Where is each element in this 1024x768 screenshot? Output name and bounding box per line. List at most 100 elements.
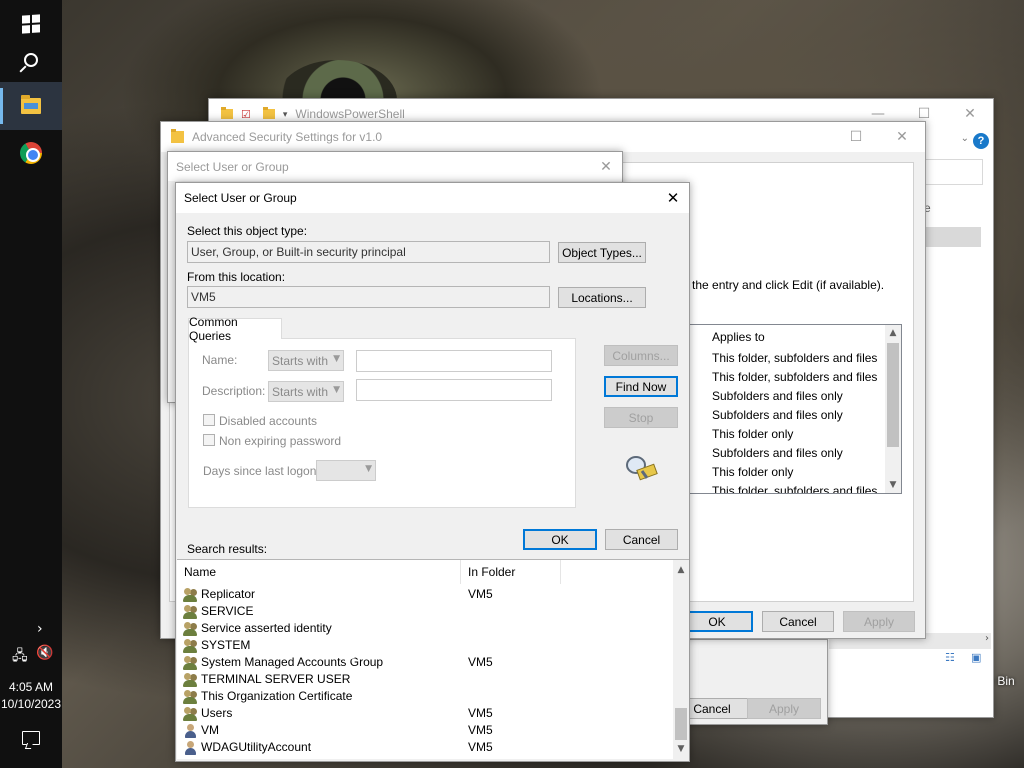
cancel-button[interactable]: Cancel xyxy=(605,529,678,550)
volume-muted-icon[interactable]: 🔇 xyxy=(36,645,53,661)
days-since-logon-select[interactable]: ▼ xyxy=(316,460,376,481)
object-types-button[interactable]: Object Types... xyxy=(558,242,646,263)
explorer-title: WindowsPowerShell xyxy=(295,107,405,121)
result-folder: VM5 xyxy=(468,654,493,669)
scroll-down-icon[interactable]: ▼ xyxy=(885,477,901,493)
details-view-icon[interactable]: ☷ xyxy=(945,651,955,664)
table-row[interactable]: VM VM5 xyxy=(177,721,673,738)
group-icon xyxy=(183,655,199,671)
chrome-taskbar-button[interactable] xyxy=(0,129,62,177)
search-icon xyxy=(24,53,38,67)
result-name: VM xyxy=(201,722,219,737)
close-icon[interactable]: ✕ xyxy=(657,183,689,213)
table-row[interactable]: Replicator VM5 xyxy=(177,585,673,602)
select-user-background-title: Select User or Group xyxy=(176,159,289,174)
select-user-background-titlebar[interactable]: Select User or Group ✕ xyxy=(168,152,622,181)
close-icon[interactable]: ✕ xyxy=(590,152,622,181)
description-query-input[interactable] xyxy=(356,379,552,401)
result-name: Replicator xyxy=(201,586,256,601)
table-row[interactable]: SYSTEM xyxy=(177,636,673,653)
result-name: SERVICE xyxy=(201,603,254,618)
group-icon xyxy=(183,672,199,688)
ok-button[interactable]: OK xyxy=(523,529,597,550)
user-icon xyxy=(184,723,198,739)
column-header-in-folder[interactable]: In Folder xyxy=(461,560,561,584)
properties-icon[interactable]: ☑ xyxy=(241,108,251,121)
maximize-icon[interactable]: ☐ xyxy=(833,122,879,152)
permission-list-scrollbar[interactable]: ▲ ▼ xyxy=(885,325,901,493)
file-explorer-taskbar-button[interactable] xyxy=(0,82,62,130)
ok-button[interactable]: OK xyxy=(681,611,753,632)
result-name: SYSTEM xyxy=(201,637,251,652)
qat-dropdown-icon[interactable]: ▾ xyxy=(283,109,288,120)
permission-row[interactable]: Subfolders and files only xyxy=(708,387,888,406)
folder-icon xyxy=(221,107,233,119)
permission-row[interactable]: This folder only xyxy=(708,463,888,482)
name-mode-select[interactable]: Starts with ▼ xyxy=(268,350,344,371)
select-user-titlebar[interactable]: Select User or Group ✕ xyxy=(176,183,689,213)
permission-row[interactable]: This folder, subfolders and files xyxy=(708,368,888,387)
taskbar-clock[interactable]: 4:05 AM 10/10/2023 xyxy=(0,679,62,713)
result-folder: VM5 xyxy=(468,722,493,737)
tray-overflow-chevron-icon[interactable]: › xyxy=(37,621,43,637)
name-query-input[interactable] xyxy=(356,350,552,372)
find-now-button[interactable]: Find Now xyxy=(604,376,678,397)
applies-to-header[interactable]: Applies to xyxy=(708,325,888,349)
search-results-scrollbar[interactable]: ▲ ▼ xyxy=(673,560,689,759)
table-row[interactable]: System Managed Accounts Group VM5 xyxy=(177,653,673,670)
permission-row[interactable]: This folder, subfolders and files xyxy=(708,349,888,368)
scroll-up-icon[interactable]: ▲ xyxy=(885,325,901,341)
result-folder: VM5 xyxy=(468,739,493,754)
network-icon[interactable]: 🖧 xyxy=(12,645,28,669)
windows-start-icon xyxy=(22,14,40,34)
location-field: VM5 xyxy=(187,286,550,308)
permission-instruction: the entry and click Edit (if available). xyxy=(692,278,885,292)
permission-row[interactable]: Subfolders and files only xyxy=(708,406,888,425)
table-row[interactable]: SERVICE xyxy=(177,602,673,619)
close-icon[interactable]: ✕ xyxy=(947,99,993,129)
search-button[interactable] xyxy=(0,36,62,84)
disabled-accounts-checkbox[interactable] xyxy=(203,414,215,426)
disabled-accounts-label: Disabled accounts xyxy=(219,414,318,428)
table-row[interactable]: This Organization Certificate xyxy=(177,687,673,704)
location-label: From this location: xyxy=(187,270,286,284)
scroll-up-icon[interactable]: ▲ xyxy=(673,562,689,578)
scroll-thumb[interactable] xyxy=(887,343,899,447)
advanced-security-titlebar[interactable]: Advanced Security Settings for v1.0 ☐ ✕ xyxy=(161,122,925,152)
name-query-label: Name: xyxy=(202,353,238,367)
ribbon-expand-icon[interactable]: ⌄ xyxy=(961,133,969,144)
permission-row[interactable]: Subfolders and files only xyxy=(708,444,888,463)
days-since-logon-label: Days since last logon: xyxy=(203,464,320,478)
help-icon[interactable]: ? xyxy=(973,133,989,149)
stop-button[interactable]: Stop xyxy=(604,407,678,428)
description-mode-select[interactable]: Starts with ▼ xyxy=(268,381,344,402)
background-apply-button[interactable]: Apply xyxy=(747,698,821,719)
clock-time: 4:05 AM xyxy=(8,680,54,694)
column-header-name[interactable]: Name xyxy=(177,560,461,584)
scroll-thumb[interactable] xyxy=(675,708,687,740)
tab-common-queries[interactable]: Common Queries xyxy=(188,315,282,343)
clock-date: 10/10/2023 xyxy=(0,697,62,711)
advanced-security-title: Advanced Security Settings for v1.0 xyxy=(192,130,383,144)
notification-center-icon[interactable] xyxy=(22,731,40,745)
new-folder-icon[interactable] xyxy=(262,107,275,119)
table-row[interactable]: TERMINAL SERVER USER xyxy=(177,670,673,687)
close-icon[interactable]: ✕ xyxy=(879,122,925,152)
locations-button[interactable]: Locations... xyxy=(558,287,646,308)
table-row[interactable]: Users VM5 xyxy=(177,704,673,721)
apply-button[interactable]: Apply xyxy=(843,611,915,632)
permission-row[interactable]: This folder only xyxy=(708,425,888,444)
columns-button[interactable]: Columns... xyxy=(604,345,678,366)
table-row[interactable]: WDAGUtilityAccount VM5 xyxy=(177,738,673,755)
scroll-right-icon[interactable]: › xyxy=(985,633,989,644)
permission-row[interactable]: This folder, subfolders and files xyxy=(708,482,888,493)
non-expiring-password-checkbox[interactable] xyxy=(203,434,215,446)
large-icons-view-icon[interactable]: ▣ xyxy=(971,651,981,664)
scroll-down-icon[interactable]: ▼ xyxy=(673,741,689,757)
file-explorer-icon xyxy=(21,95,41,114)
group-icon xyxy=(183,689,199,705)
table-row[interactable]: Service asserted identity xyxy=(177,619,673,636)
quick-access-toolbar: ☑ ▾ xyxy=(217,107,288,121)
search-results-list[interactable]: Name In Folder Replicator VM5 SERVICE Se… xyxy=(177,559,689,759)
cancel-button[interactable]: Cancel xyxy=(762,611,834,632)
